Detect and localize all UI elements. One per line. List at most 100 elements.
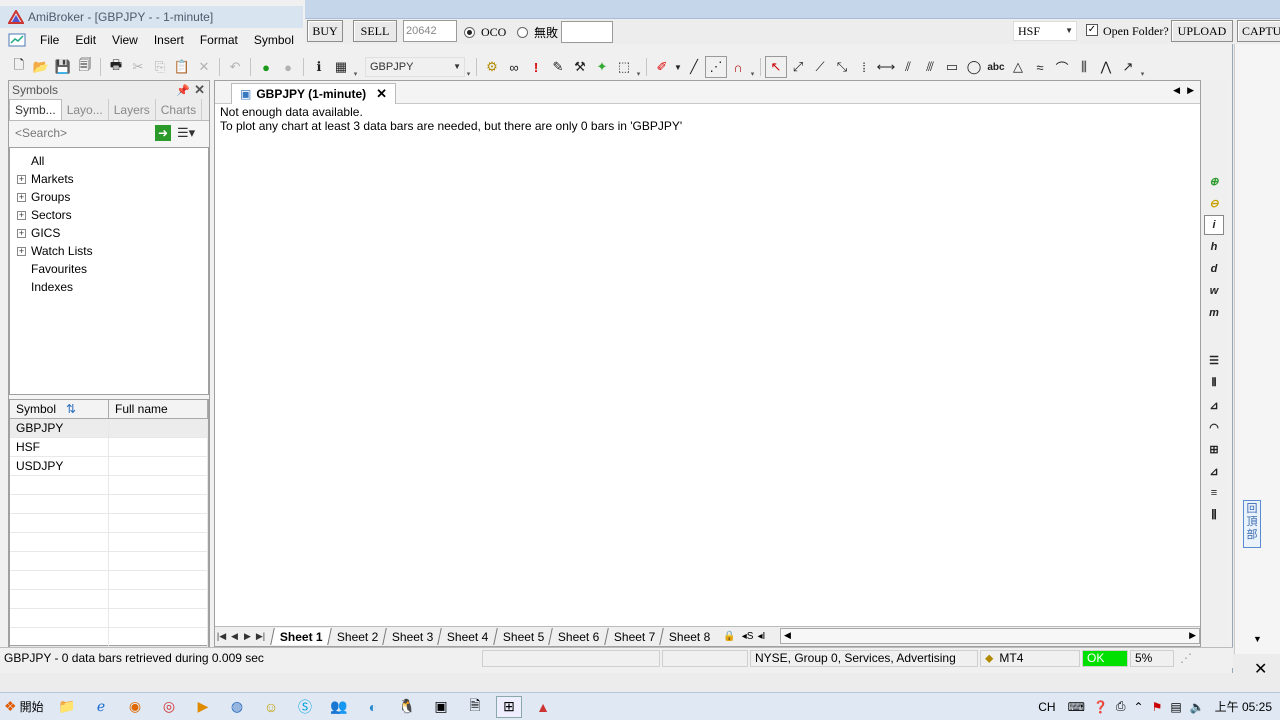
toolbar-overflow-icon[interactable]: ▾ <box>465 56 472 78</box>
wizard-icon[interactable]: ⚒ <box>569 56 591 78</box>
zoom-in-icon[interactable]: ⊕ <box>1204 171 1224 191</box>
triangle-icon[interactable]: △ <box>1007 56 1029 78</box>
ellipse-icon[interactable]: ◯ <box>963 56 985 78</box>
grid-icon[interactable]: ⊞ <box>1204 439 1224 459</box>
horizontal-line-icon[interactable]: ⟷ <box>875 56 897 78</box>
arrow-tool-icon[interactable]: ↗ <box>1117 56 1139 78</box>
color-pen-icon[interactable]: ✐ <box>651 56 673 78</box>
first-sheet-icon[interactable]: |◀ <box>215 629 228 645</box>
alt-order-radio[interactable] <box>517 27 528 38</box>
magnet-icon[interactable]: ∩ <box>727 56 749 78</box>
tray-icon[interactable]: ⎙ <box>1116 699 1126 714</box>
toolbar-overflow-icon[interactable]: ▾ <box>352 56 359 78</box>
copy-icon[interactable]: ⎘ <box>149 56 171 78</box>
explore-icon[interactable]: ∞ <box>503 56 525 78</box>
buy-button[interactable]: BUY <box>307 20 343 42</box>
interval-button[interactable]: i <box>1204 215 1224 235</box>
chevron-down-icon[interactable]: ▼ <box>673 56 683 78</box>
symbol-combo[interactable]: GBPJPY ▼ <box>365 57 465 77</box>
go-arrow-icon[interactable]: ➜ <box>155 125 171 141</box>
language-indicator[interactable]: CH <box>1038 700 1055 714</box>
tab-layers[interactable]: Layers <box>109 99 156 120</box>
menu-file[interactable]: File <box>32 33 67 47</box>
search-input[interactable]: <Search> <box>15 126 67 140</box>
back-arrow-icon[interactable]: ● <box>255 56 277 78</box>
expand-icon[interactable]: + <box>17 210 26 220</box>
sheet-extra-s[interactable]: ◂S <box>742 631 754 642</box>
firefox-icon[interactable]: ◉ <box>122 696 148 718</box>
column-symbol[interactable]: Symbol ⇅ <box>10 400 109 418</box>
upload-button[interactable]: UPLOAD <box>1171 20 1233 42</box>
channel-icon[interactable]: ⫻ <box>919 56 941 78</box>
table-row[interactable]: USDJPY <box>10 457 208 476</box>
skype-icon[interactable]: Ⓢ <box>292 696 318 718</box>
chart-window-icon[interactable] <box>8 32 26 48</box>
symbol-select[interactable]: HSF ▼ <box>1013 21 1077 41</box>
tree-node[interactable]: Favourites <box>10 260 208 278</box>
menu-view[interactable]: View <box>104 33 146 47</box>
back-to-top-button[interactable]: 回頂部 <box>1243 500 1261 548</box>
clock[interactable]: 上午 05:25 <box>1215 698 1272 715</box>
menu-edit[interactable]: Edit <box>67 33 104 47</box>
table-row[interactable]: GBPJPY <box>10 419 208 438</box>
scroll-down-icon[interactable]: ▼ <box>1253 634 1262 644</box>
arc-icon[interactable]: ⌒ <box>1051 56 1073 78</box>
trend-line-icon[interactable]: ⤢ <box>787 56 809 78</box>
tree-node[interactable]: + Groups <box>10 188 208 206</box>
expand-icon[interactable]: + <box>17 246 26 256</box>
extended-line-icon[interactable]: ⤡ <box>831 56 853 78</box>
toolbar-overflow-icon[interactable]: ▾ <box>749 56 756 78</box>
retracement-icon[interactable]: ≡ <box>1204 483 1224 503</box>
zigzag-icon[interactable]: ⋀ <box>1095 56 1117 78</box>
expand-icon[interactable]: + <box>17 174 26 184</box>
terminal-icon[interactable]: ▣ <box>428 696 454 718</box>
vertical-line-icon[interactable]: ⁞ <box>853 56 875 78</box>
quantity-field[interactable]: 20642 <box>403 20 457 42</box>
expand-icon[interactable]: + <box>17 228 26 238</box>
tab-scroll-left-icon[interactable]: ◀ <box>1173 85 1180 96</box>
fibonacci-icon[interactable]: ≈ <box>1029 56 1051 78</box>
interval-button[interactable]: w <box>1204 281 1224 301</box>
help-icon[interactable]: ❓ <box>1093 700 1108 714</box>
show-hidden-icon[interactable]: ⌃ <box>1134 700 1144 714</box>
resize-grip-icon[interactable]: ⋰ <box>1180 651 1192 665</box>
chart-tab[interactable]: ▣ GBPJPY (1-minute) ✕ <box>231 83 397 104</box>
close-icon[interactable]: ✕ <box>1254 659 1267 679</box>
backtest-icon[interactable]: ✦ <box>591 56 613 78</box>
document-icon[interactable]: 🗎 <box>462 696 488 718</box>
undo-icon[interactable]: ↶ <box>224 56 246 78</box>
zoom-out-icon[interactable]: ⊖ <box>1204 193 1224 213</box>
horizontal-scrollbar[interactable]: ◀ ▶ <box>780 628 1200 644</box>
sheet-tab[interactable]: Sheet 6 <box>548 628 609 645</box>
globe-icon[interactable]: ◐ <box>360 696 386 718</box>
paste-icon[interactable]: 📋 <box>171 56 193 78</box>
sheet-tab[interactable]: Sheet 5 <box>493 628 553 645</box>
tree-node[interactable]: + GICS <box>10 224 208 242</box>
next-sheet-icon[interactable]: ▶ <box>241 629 254 645</box>
people-icon[interactable]: 👥 <box>326 696 352 718</box>
oco-radio[interactable] <box>464 27 475 38</box>
editor-icon[interactable]: ✎ <box>547 56 569 78</box>
bars-icon[interactable]: ⦀ <box>1204 373 1224 393</box>
optimize-icon[interactable]: ⬚ <box>613 56 635 78</box>
tab-scroll-right-icon[interactable]: ▶ <box>1187 85 1194 96</box>
thick-line-icon[interactable]: ╱ <box>683 56 705 78</box>
app-icon-2[interactable]: ☺ <box>258 696 284 718</box>
text-tool-icon[interactable]: abc <box>985 56 1007 78</box>
tree-node[interactable]: + Watch Lists <box>10 242 208 260</box>
sheet-tab[interactable]: Sheet 4 <box>437 628 498 645</box>
tree-node[interactable]: + Markets <box>10 170 208 188</box>
toolbar-overflow-icon[interactable]: ▾ <box>1139 56 1146 78</box>
tree-node[interactable]: + Sectors <box>10 206 208 224</box>
prev-sheet-icon[interactable]: ◀ <box>228 629 241 645</box>
cycles-icon[interactable]: ⫼ <box>1073 56 1095 78</box>
page-scrollbar[interactable]: 回頂部 ▼ <box>1234 44 1280 654</box>
interval-button[interactable]: d <box>1204 259 1224 279</box>
explorer-icon[interactable]: 📁 <box>54 696 80 718</box>
pin-icon[interactable]: 📌 <box>176 84 190 97</box>
amibroker-taskbar-icon[interactable]: ▲ <box>530 696 556 718</box>
menu-insert[interactable]: Insert <box>146 33 192 47</box>
capture-button[interactable]: CAPTU <box>1237 20 1280 42</box>
ray-line-icon[interactable]: ⟋ <box>809 56 831 78</box>
select-cursor-icon[interactable]: ↖ <box>765 56 787 78</box>
